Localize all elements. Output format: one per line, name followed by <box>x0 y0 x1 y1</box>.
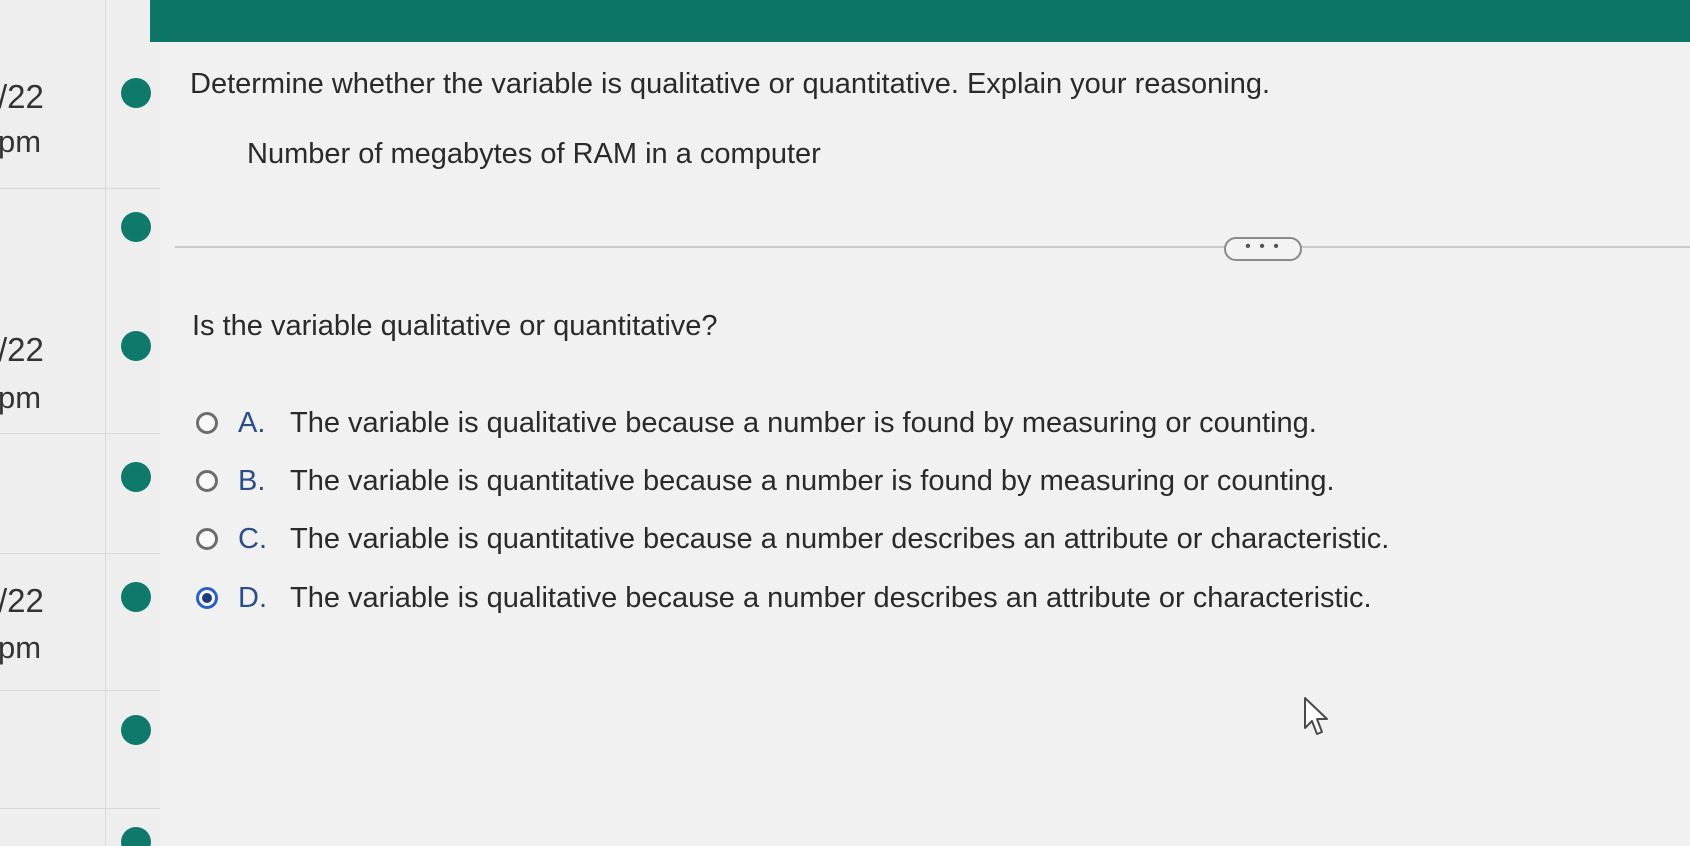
answer-option-d[interactable]: D. The variable is qualitative because a… <box>196 578 1372 618</box>
status-dot-icon[interactable] <box>121 212 151 242</box>
list-item-date: /22 <box>0 331 44 368</box>
option-text: The variable is qualitative because a nu… <box>290 581 1372 614</box>
option-text: The variable is quantitative because a n… <box>290 464 1335 497</box>
status-dot-icon[interactable] <box>121 582 151 612</box>
list-item-date: /22 <box>0 78 44 115</box>
row-divider <box>0 808 160 809</box>
status-dot-icon[interactable] <box>121 462 151 492</box>
row-divider <box>0 188 160 189</box>
mouse-pointer-icon <box>1304 697 1328 735</box>
option-letter: A. <box>238 406 266 439</box>
row-divider <box>0 433 160 434</box>
screen: /22 pm /22 pm /22 pm Determine whether t… <box>0 0 1690 846</box>
radio-a[interactable] <box>196 412 218 434</box>
expand-button[interactable]: • • • <box>1224 237 1302 261</box>
list-item-time: pm <box>0 630 42 665</box>
header-bar <box>150 0 1690 42</box>
status-dot-icon[interactable] <box>121 715 151 745</box>
option-letter: B. <box>238 464 266 497</box>
status-dot-icon[interactable] <box>121 827 151 846</box>
list-item-date: /22 <box>0 582 44 619</box>
problem-variable: Number of megabytes of RAM in a computer <box>247 138 821 170</box>
status-dot-icon[interactable] <box>121 78 151 108</box>
row-divider <box>0 553 160 554</box>
option-letter: C. <box>238 522 267 555</box>
section-separator <box>175 246 1690 248</box>
radio-c[interactable] <box>196 528 218 550</box>
status-dot-icon[interactable] <box>121 331 151 361</box>
option-text: The variable is quantitative because a n… <box>290 522 1390 555</box>
answer-option-a[interactable]: A. The variable is qualitative because a… <box>196 403 1317 443</box>
row-divider <box>0 690 160 691</box>
option-letter: D. <box>238 581 267 614</box>
assignment-list: /22 pm /22 pm /22 pm <box>0 0 161 846</box>
list-item-time: pm <box>0 380 42 415</box>
list-divider <box>105 0 106 846</box>
option-text: The variable is qualitative because a nu… <box>290 406 1317 439</box>
question-prompt: Is the variable qualitative or quantitat… <box>192 310 718 342</box>
radio-b[interactable] <box>196 470 218 492</box>
problem-instruction: Determine whether the variable is qualit… <box>190 68 1271 100</box>
list-item-time: pm <box>0 124 42 159</box>
answer-option-c[interactable]: C. The variable is quantitative because … <box>196 519 1389 559</box>
answer-option-b[interactable]: B. The variable is quantitative because … <box>196 461 1335 501</box>
radio-d[interactable] <box>196 587 218 609</box>
